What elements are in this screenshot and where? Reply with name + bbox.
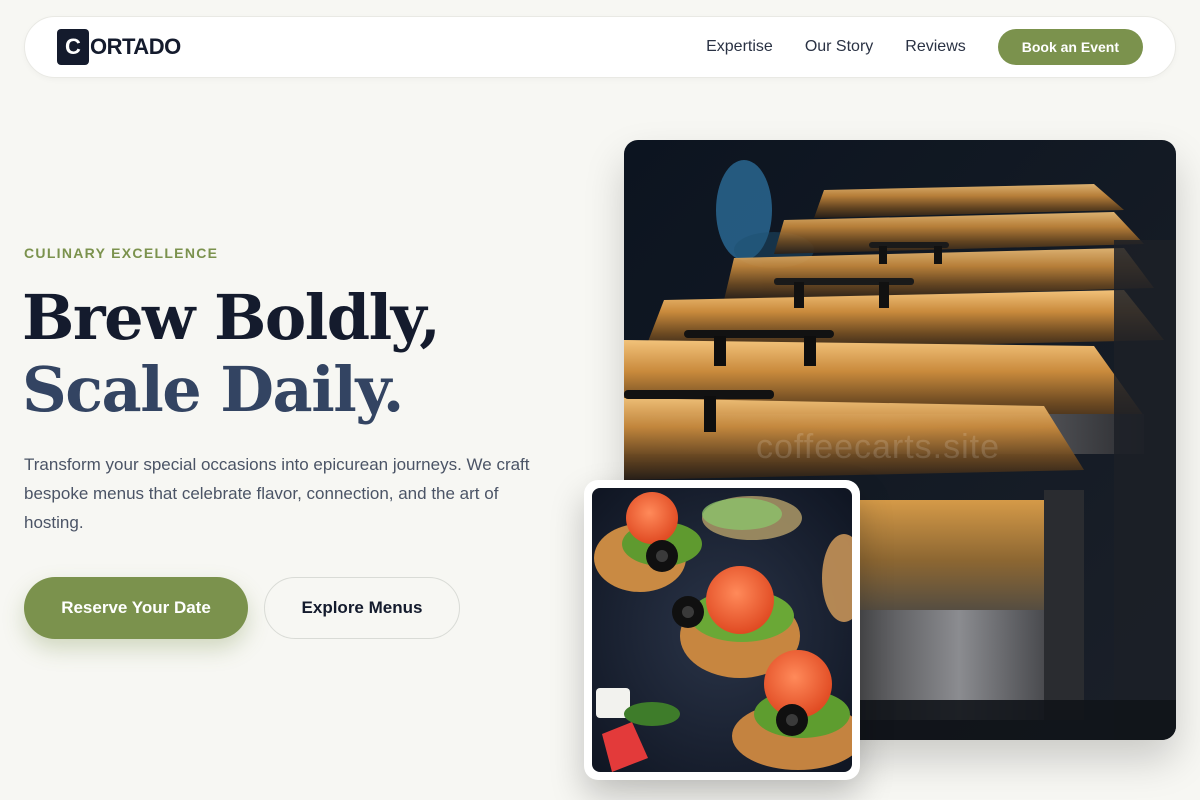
nav-link-our-story[interactable]: Our Story xyxy=(805,38,873,56)
salmon-bruschetta-photo xyxy=(592,488,852,772)
brand-wordmark: ORTADO xyxy=(90,34,181,59)
watermark-text: coffeecarts.site xyxy=(756,428,1001,466)
brand-logo[interactable]: C ORTADO xyxy=(57,29,181,65)
hero-headline-line-2: Scale Daily. xyxy=(22,353,404,426)
nav-links: Expertise Our Story Reviews Book an Even… xyxy=(706,29,1143,65)
book-event-button[interactable]: Book an Event xyxy=(997,29,1143,65)
hero-description: Transform your special occasions into ep… xyxy=(24,455,530,532)
food-photo-card xyxy=(584,480,860,780)
hero-headline-line-1: Brew Boldly, xyxy=(22,281,441,354)
reserve-date-button[interactable]: Reserve Your Date xyxy=(24,577,248,639)
explore-menus-button[interactable]: Explore Menus xyxy=(264,577,460,639)
letter-c-logo-icon: C xyxy=(57,29,89,65)
nav-link-expertise[interactable]: Expertise xyxy=(706,38,773,56)
nav-link-reviews[interactable]: Reviews xyxy=(905,38,965,56)
hero-headline: Brew Boldly, Scale Daily. xyxy=(22,281,441,426)
top-navbar: C ORTADO Expertise Our Story Reviews Boo… xyxy=(24,16,1176,78)
hero-eyebrow: CULINARY EXCELLENCE xyxy=(24,245,219,261)
